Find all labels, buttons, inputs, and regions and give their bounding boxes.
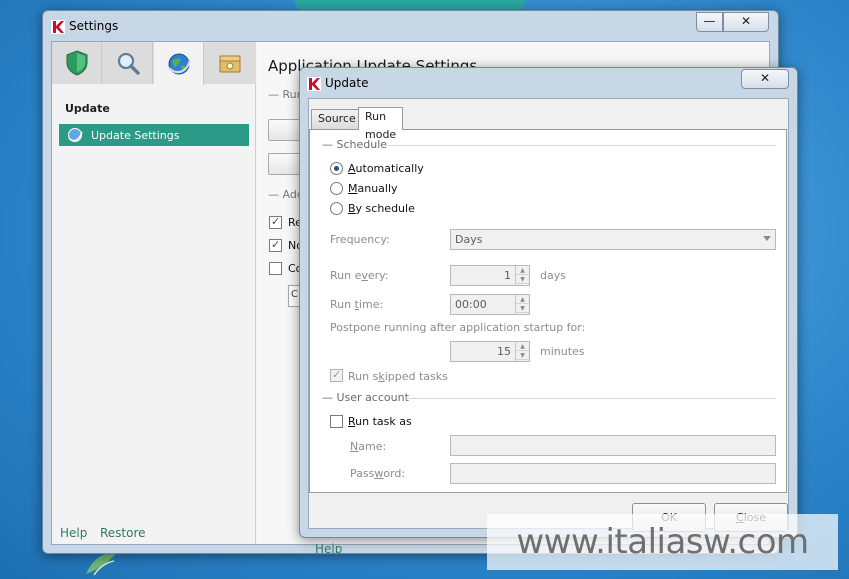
checkbox-1[interactable] xyxy=(269,215,282,229)
minimize-button[interactable]: — xyxy=(696,12,723,32)
tab-update[interactable] xyxy=(154,42,204,85)
tab-protection[interactable] xyxy=(52,42,102,84)
section-title: Update xyxy=(65,102,110,115)
minimize-icon: — xyxy=(703,14,716,28)
tab-scan[interactable] xyxy=(103,42,153,84)
postpone-label: Postpone running after application start… xyxy=(330,321,586,334)
magnifier-icon xyxy=(117,52,140,75)
run-task-as-label: Run task as xyxy=(348,415,412,428)
settings-title: Settings xyxy=(69,19,119,33)
spin-arrows-icon: ▲ ▼ xyxy=(515,342,529,361)
checkbox-3[interactable] xyxy=(269,262,282,275)
run-mode-panel: — Schedule Automatically Manually By sch… xyxy=(309,129,787,493)
run-task-as-checkbox[interactable] xyxy=(330,415,343,428)
run-time-stepper[interactable]: 00:00 ▲ ▼ xyxy=(450,294,530,315)
watermark: www.italiasw.com xyxy=(487,514,838,570)
globe-small-icon xyxy=(68,128,83,142)
radio-automatically[interactable] xyxy=(330,162,343,175)
spin-arrows-icon: ▲ ▼ xyxy=(515,295,529,314)
user-account-divider xyxy=(406,398,776,399)
postpone-value: 15 xyxy=(497,345,511,358)
nav-item-update-settings[interactable]: Update Settings xyxy=(59,124,249,146)
tab-source[interactable]: Source xyxy=(311,109,363,129)
update-title: Update xyxy=(325,76,369,90)
frequency-value: Days xyxy=(455,233,483,246)
tab-additional[interactable] xyxy=(205,42,255,84)
close-icon: ✕ xyxy=(740,14,752,28)
checkbox-2[interactable] xyxy=(269,238,282,252)
schedule-divider xyxy=(388,145,776,146)
shield-icon xyxy=(66,50,87,76)
frequency-label: Frequency: xyxy=(330,233,390,246)
run-every-label: Run every: xyxy=(330,269,389,282)
nav-item-label: Update Settings xyxy=(91,128,180,142)
frequency-select[interactable]: Days xyxy=(450,229,776,250)
run-every-value: 1 xyxy=(504,269,511,282)
name-input[interactable] xyxy=(450,435,776,456)
run-skipped-checkbox[interactable] xyxy=(330,368,343,382)
settings-nav-pane: Update Update Settings Help Restore xyxy=(52,42,256,544)
update-client: Source Run mode — Schedule Automatically… xyxy=(308,98,789,556)
user-account-group-label: — User account xyxy=(322,391,409,404)
name-label: Name: xyxy=(350,440,387,453)
radio-by-schedule[interactable] xyxy=(330,202,343,215)
globe-update-icon xyxy=(167,53,191,74)
radio-manually[interactable] xyxy=(330,182,343,195)
chevron-down-icon xyxy=(763,236,771,241)
radio-by-schedule-label: By schedule xyxy=(348,202,415,215)
postpone-unit: minutes xyxy=(540,345,585,358)
spin-arrows-icon: ▲ ▼ xyxy=(515,266,529,285)
radio-manually-label: Manually xyxy=(348,182,398,195)
settings-titlebar[interactable]: Settings — ✕ xyxy=(43,11,778,41)
update-dialog: Update ✕ Source Run mode — Schedule Auto… xyxy=(299,67,798,556)
desktop-taskbar-fragment xyxy=(295,0,525,10)
kaspersky-k-icon xyxy=(307,77,321,91)
password-input[interactable] xyxy=(450,463,776,484)
postpone-stepper[interactable]: 15 ▲ ▼ xyxy=(450,341,530,362)
update-close-button[interactable]: ✕ xyxy=(741,69,789,89)
tab-run-mode[interactable]: Run mode xyxy=(358,107,404,141)
close-icon: ✕ xyxy=(759,71,771,85)
help-link[interactable]: Help xyxy=(60,526,87,540)
package-icon xyxy=(219,55,241,73)
update-titlebar[interactable]: Update ✕ xyxy=(300,68,797,98)
dialog-help-link[interactable]: Help xyxy=(315,542,342,556)
run-skipped-label: Run skipped tasks xyxy=(348,370,448,383)
run-every-stepper[interactable]: 1 ▲ ▼ xyxy=(450,265,530,286)
password-label: Password: xyxy=(350,467,406,480)
run-time-label: Run time: xyxy=(330,298,384,311)
close-button[interactable]: ✕ xyxy=(723,12,769,32)
restore-link[interactable]: Restore xyxy=(100,526,146,540)
kaspersky-k-icon xyxy=(51,20,65,34)
run-time-value: 00:00 xyxy=(455,298,487,311)
settings-category-tabs xyxy=(52,42,256,85)
run-every-unit: days xyxy=(540,269,566,282)
radio-automatically-label: Automatically xyxy=(348,162,424,175)
